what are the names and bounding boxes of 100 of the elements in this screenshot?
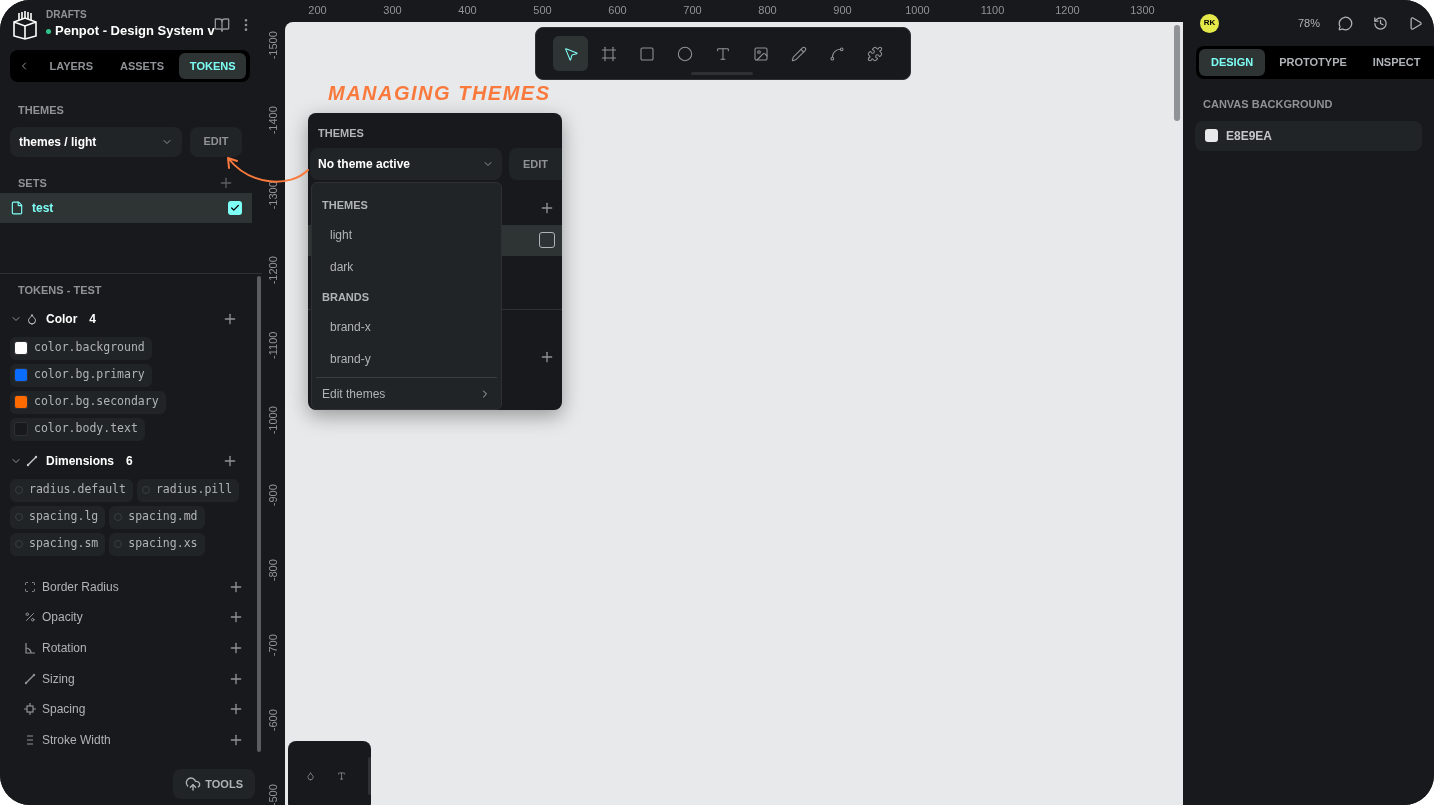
droplet-icon[interactable] [306,771,316,781]
ruler-label: -1100 [266,331,281,360]
scrollbar-thumb[interactable] [1174,25,1180,121]
sidebar-tab[interactable]: TOKENS [179,53,246,79]
section-label: CANVAS BACKGROUND [1203,97,1334,112]
ellipse-icon [676,45,693,62]
ruler-label: 1200 [1054,3,1081,18]
panel-tab[interactable]: INSPECT [1360,49,1433,76]
token-pill[interactable]: spacing.lg [10,505,106,529]
token-pill[interactable]: color.bg.primary [10,363,152,387]
group-name: Color [46,310,78,328]
section-label: TOKENS - TEST [17,283,103,298]
category-name[interactable]: Rotation [42,639,222,657]
ruler-label: 600 [607,3,628,18]
play-icon[interactable] [1408,15,1424,31]
diagonal-line-icon [24,672,36,685]
ruler-label: -1500 [266,31,281,60]
menu-item[interactable]: brand-x [320,311,493,343]
add-icon[interactable] [539,200,555,216]
ruler-label: -1000 [266,406,281,435]
section-label: SETS [18,175,47,191]
spacing-icon [24,703,36,716]
pointer-icon [562,45,579,62]
ruler-label: 1300 [1129,3,1156,18]
menu-item[interactable]: brand-y [320,343,493,375]
group-count: 6 [126,452,134,470]
angle-icon [24,642,36,654]
avatar[interactable]: RK [1200,13,1219,33]
menu-item[interactable]: light [320,219,493,251]
add-icon[interactable] [228,640,244,656]
set-name: test [32,200,55,217]
token-pill[interactable]: spacing.xs [109,532,205,556]
category-name[interactable]: Stroke Width [42,730,222,749]
ruler-label: -1300 [266,181,281,210]
ruler-label: 800 [757,3,778,18]
book-icon[interactable] [214,17,230,33]
theme-select[interactable]: No theme active [310,148,502,180]
menu-item[interactable]: dark [320,251,493,283]
section-label: DRAFTS [46,9,88,22]
ruler-label: 500 [532,3,553,18]
tool-button[interactable] [553,36,588,71]
menu-group-label: THEMES [321,197,369,213]
ruler-label: 1100 [979,3,1006,18]
tools-button[interactable]: TOOLS [173,769,255,799]
lines-icon [24,733,36,746]
category-name[interactable]: Spacing [42,700,222,719]
droplet-icon [26,312,38,325]
set-checkbox[interactable] [228,201,242,215]
token-pill[interactable]: radius.pill [136,478,240,502]
cloud-icon [185,776,202,792]
category-name[interactable]: Sizing [42,669,222,688]
file-icon [10,201,24,215]
scrollbar-thumb[interactable] [257,276,261,752]
sidebar-tab[interactable]: ASSETS [108,53,176,79]
token-pill[interactable]: radius.default [10,478,133,502]
sidebar-tab[interactable]: LAYERS [38,53,105,79]
ruler-label: 300 [382,3,403,18]
diagonal-line-icon [26,454,38,467]
panel-tab[interactable]: PROTOTYPE [1267,49,1359,76]
canvas[interactable]: MANAGING THEMES THEMES No theme active EDIT THEMES light dark BRANDS brand-x brand-y Edit themes [285,22,1183,805]
ruler-label: 900 [832,3,853,18]
token-pill[interactable]: spacing.sm [10,532,106,556]
token-pill[interactable]: color.body.text [10,417,145,441]
ruler-label: -1400 [266,106,281,135]
ruler-label: 1000 [904,3,931,18]
set-row[interactable]: test [0,193,252,223]
project-title: Penpot - Design System v [55,22,215,41]
group-count: 4 [89,310,98,328]
puzzle-icon [866,45,883,62]
ruler-label: -700 [266,634,281,657]
ruler-label: -600 [266,709,281,732]
token-pill[interactable]: color.bg.secondary [10,390,166,414]
token-pill[interactable]: spacing.md [109,505,205,529]
comment-icon[interactable] [1338,15,1354,31]
token-pill[interactable]: color.background [10,336,152,360]
scrollbar-thumb[interactable] [368,757,371,795]
frame-icon [600,45,617,62]
edit-button[interactable]: EDIT [190,126,242,157]
section-label: THEMES [17,103,65,118]
color-field[interactable]: E8E9EA [1195,120,1422,151]
ruler-label: 400 [457,3,478,18]
add-icon[interactable] [539,349,555,365]
set-checkbox[interactable] [539,232,555,248]
zoom-level[interactable]: 78% [1298,14,1321,32]
section-label: THEMES [318,126,364,141]
edit-button[interactable]: EDIT [509,148,562,180]
dashed-corners-icon [24,580,36,593]
pencil-icon [790,45,807,62]
category-name[interactable]: Border Radius [42,577,222,596]
menu-group-label: BRANDS [321,289,371,305]
menu-item[interactable]: Edit themes [320,378,493,409]
theme-select[interactable]: themes / light [10,126,182,157]
curve-icon [828,45,845,62]
percent-icon [24,611,36,624]
text-icon[interactable] [337,771,347,781]
category-name[interactable]: Opacity [42,608,222,627]
ruler-label: -1200 [266,256,281,285]
history-icon[interactable] [1373,15,1389,31]
ruler-label: 200 [307,3,328,18]
panel-tab[interactable]: DESIGN [1199,49,1266,76]
